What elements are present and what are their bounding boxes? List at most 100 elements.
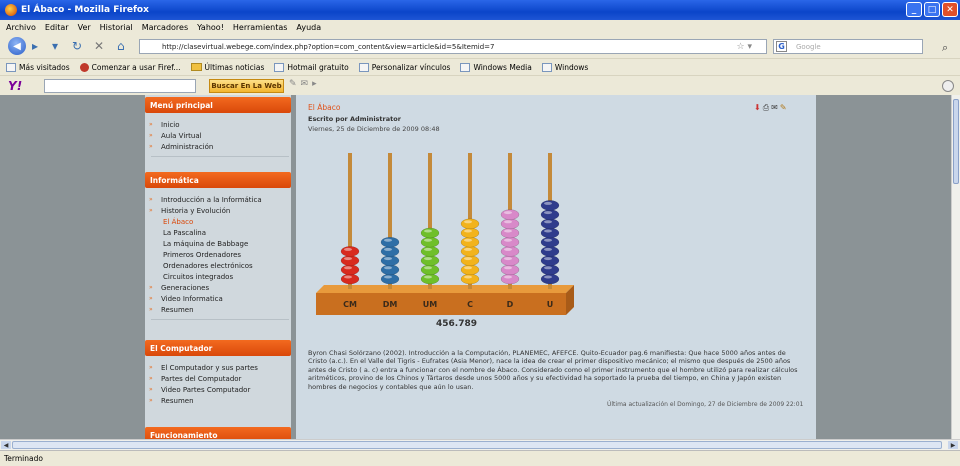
abacus-bead: [500, 273, 520, 285]
page-icon: [541, 62, 552, 72]
sidebar-item-computador-partes[interactable]: » El Computador y sus partes: [149, 362, 291, 373]
abacus-bead: [420, 246, 440, 257]
reload-icon[interactable]: ↻: [72, 39, 82, 53]
abacus-label: C: [467, 300, 473, 309]
abacus-bead: [420, 236, 440, 248]
scroll-thumb[interactable]: [953, 99, 959, 184]
abacus-label: UM: [423, 300, 437, 309]
bookmark-windows[interactable]: Windows: [541, 62, 588, 72]
sidebar-item[interactable]: » Historia y Evolución: [149, 205, 291, 216]
close-button[interactable]: ✕: [942, 2, 958, 17]
abacus-bead: [460, 246, 480, 257]
navigation-toolbar: ◀ ▸ ▾ ↻ ✕ ⌂ http://clasevirtual.webege.c…: [0, 34, 960, 58]
bead-highlight: [464, 275, 472, 279]
menu-bar: Archivo Editar Ver Historial Marcadores …: [0, 20, 960, 34]
bookmark-mas-visitados[interactable]: Más visitados: [6, 62, 70, 72]
yahoo-logo-icon[interactable]: Y!: [8, 79, 22, 93]
bead-highlight: [424, 247, 432, 251]
sidebar-item[interactable]: La Pascalina: [149, 227, 291, 238]
sidebar-item[interactable]: Circuitos integrados: [149, 271, 291, 282]
bead-highlight: [504, 257, 512, 261]
toolbar-settings-icon[interactable]: [942, 80, 954, 92]
forward-button[interactable]: ▸: [32, 39, 38, 53]
sidebar-item[interactable]: Primeros Ordenadores: [149, 249, 291, 260]
abacus-bead: [380, 236, 400, 248]
bookmark-personalizar[interactable]: Personalizar vínculos: [358, 62, 450, 72]
sidebar-item-administracion[interactable]: » Administración: [149, 141, 291, 152]
sidebar-item[interactable]: El Ábaco: [149, 216, 291, 227]
bookmark-windows-media[interactable]: Windows Media: [460, 62, 532, 72]
bead-highlight: [384, 238, 392, 242]
sidebar-item[interactable]: » Resumen: [149, 304, 291, 315]
abacus-bead: [340, 273, 360, 285]
firefox-icon: [5, 4, 17, 16]
pdf-icon[interactable]: ⬇: [754, 103, 761, 113]
maximize-button[interactable]: □: [924, 2, 940, 17]
scroll-thumb[interactable]: [12, 441, 942, 449]
yahoo-search-input[interactable]: [44, 79, 196, 93]
yahoo-search-button[interactable]: Buscar En La Web: [209, 79, 284, 93]
horizontal-scrollbar[interactable]: ◀ ▶: [0, 439, 960, 450]
email-icon[interactable]: ✉: [771, 103, 778, 113]
bookmark-hotmail[interactable]: Hotmail gratuito: [274, 62, 349, 72]
sidebar-item[interactable]: Ordenadores electrónicos: [149, 260, 291, 271]
bullet-icon: »: [149, 375, 153, 382]
mail-icon[interactable]: ✉: [301, 79, 309, 89]
vertical-scrollbar[interactable]: [951, 95, 960, 439]
bookmark-ultimas-noticias[interactable]: Últimas noticias: [190, 63, 264, 72]
bullet-icon: »: [149, 295, 153, 302]
menu-ver[interactable]: Ver: [78, 23, 91, 32]
article-title[interactable]: El Ábaco: [308, 103, 340, 112]
bookmark-star-icon[interactable]: ☆ ▾: [737, 42, 752, 52]
bead-highlight: [544, 257, 552, 261]
scroll-right-icon[interactable]: ▶: [948, 441, 958, 449]
url-input[interactable]: http://clasevirtual.webege.com/index.php…: [139, 39, 767, 54]
sidebar-item-resumen[interactable]: » Resumen: [149, 395, 291, 406]
menu-herramientas[interactable]: Herramientas: [233, 23, 288, 32]
bullet-icon: »: [149, 143, 153, 150]
history-dropdown-icon[interactable]: ▾: [52, 39, 58, 53]
sidebar-item-partes-computador[interactable]: » Partes del Computador: [149, 373, 291, 384]
edit-icon[interactable]: ✎: [780, 103, 787, 113]
scroll-left-icon[interactable]: ◀: [1, 441, 11, 449]
home-icon[interactable]: ⌂: [117, 39, 125, 53]
abacus-label: D: [507, 300, 514, 309]
menu-archivo[interactable]: Archivo: [6, 23, 36, 32]
print-icon[interactable]: ⎙: [763, 103, 769, 113]
bookmark-comenzar[interactable]: Comenzar a usar Firef...: [79, 62, 181, 72]
bead-highlight: [344, 257, 352, 261]
sidebar-item[interactable]: » Generaciones: [149, 282, 291, 293]
back-button[interactable]: ◀: [8, 37, 26, 55]
bead-highlight: [464, 247, 472, 251]
sidebar-item-inicio[interactable]: » Inicio: [149, 119, 291, 130]
sidebar-item-video-partes[interactable]: » Video Partes Computador: [149, 384, 291, 395]
menu-editar[interactable]: Editar: [45, 23, 69, 32]
minimize-button[interactable]: _: [906, 2, 922, 17]
sidebar-item[interactable]: La máquina de Babbage: [149, 238, 291, 249]
abacus-bead: [540, 200, 560, 211]
more-arrow-icon[interactable]: ▸: [312, 79, 317, 89]
sidebar-item[interactable]: » Video Informatica: [149, 293, 291, 304]
bullet-icon: »: [149, 207, 153, 214]
abacus-bead: [420, 227, 440, 239]
stop-icon[interactable]: ✕: [94, 39, 104, 53]
sidebar-item[interactable]: » Introducción a la Informática: [149, 194, 291, 205]
pencil-icon[interactable]: ✎: [289, 79, 297, 89]
bead-highlight: [504, 266, 512, 270]
menu-marcadores[interactable]: Marcadores: [142, 23, 188, 32]
bead-highlight: [544, 211, 552, 215]
abacus-bead: [380, 273, 400, 285]
menu-yahoo[interactable]: Yahoo!: [197, 23, 224, 32]
bead-highlight: [384, 275, 392, 279]
bead-highlight: [384, 247, 392, 251]
sidebar-item-aula-virtual[interactable]: » Aula Virtual: [149, 130, 291, 141]
abacus-bead: [540, 255, 560, 266]
search-input[interactable]: G Google: [773, 39, 923, 54]
last-updated: Última actualización el Domingo, 27 de D…: [607, 401, 804, 408]
search-icon[interactable]: ⌕: [942, 41, 948, 55]
bead-highlight: [544, 220, 552, 224]
firefox-small-icon: [79, 62, 89, 72]
google-icon[interactable]: G: [776, 41, 787, 52]
menu-historial[interactable]: Historial: [100, 23, 133, 32]
menu-ayuda[interactable]: Ayuda: [296, 23, 321, 32]
